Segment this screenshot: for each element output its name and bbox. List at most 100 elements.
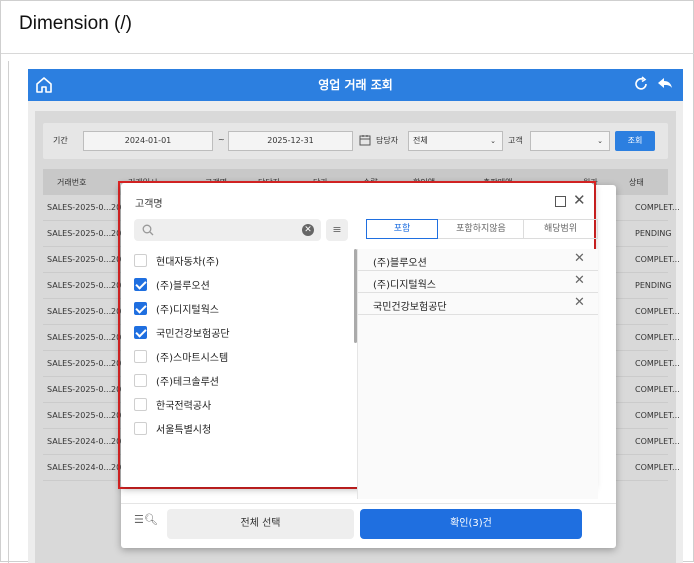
owner-label: 담당자 bbox=[376, 136, 399, 145]
customer-option[interactable]: 현대자동차(주) bbox=[134, 249, 349, 273]
date-from-input[interactable]: 2024-01-01 bbox=[83, 131, 213, 151]
chevron-down-icon: ⌄ bbox=[490, 137, 496, 145]
table-cell: SALES-2025-0... bbox=[47, 281, 112, 290]
maximize-icon[interactable] bbox=[555, 196, 566, 207]
refresh-icon[interactable] bbox=[632, 75, 650, 93]
select-all-button[interactable]: 전체 선택 bbox=[167, 509, 354, 539]
customer-picker-modal: 고객명 ✕ ✕ ≡ 현대자동차(주) (주)블루오션 (주)디지털웍스 국민건강보험공… bbox=[121, 183, 616, 539]
remove-icon[interactable]: ✕ bbox=[574, 251, 585, 266]
customer-option[interactable]: (주)테크솔루션 bbox=[134, 369, 349, 393]
selected-item-label: 국민건강보험공단 bbox=[373, 302, 447, 313]
search-icon bbox=[142, 224, 154, 236]
table-cell: COMPLET... bbox=[635, 359, 680, 368]
title-divider bbox=[1, 53, 694, 54]
checkbox[interactable] bbox=[134, 374, 147, 387]
confirm-button[interactable]: 확인(3)건 bbox=[360, 509, 582, 539]
app-title: 영업 거래 조회 bbox=[318, 78, 393, 92]
tab-exclude[interactable]: 포함하지않음 bbox=[442, 220, 520, 238]
customer-option[interactable]: (주)스마트시스템 bbox=[134, 345, 349, 369]
table-cell: COMPLET... bbox=[635, 307, 680, 316]
checkbox[interactable] bbox=[134, 326, 147, 339]
table-cell: 20 bbox=[111, 411, 122, 420]
clear-icon[interactable]: ✕ bbox=[302, 224, 314, 236]
checkbox[interactable] bbox=[134, 254, 147, 267]
calendar-icon[interactable] bbox=[359, 134, 371, 146]
table-cell: SALES-2024-0... bbox=[47, 463, 112, 472]
selected-item: 국민건강보험공단 ✕ bbox=[358, 293, 598, 315]
table-cell: 20 bbox=[111, 255, 122, 264]
table-cell: SALES-2025-0... bbox=[47, 333, 112, 342]
table-cell: 20 bbox=[111, 307, 122, 316]
customer-option[interactable]: (주)블루오션 bbox=[134, 273, 349, 297]
table-cell: SALES-2025-0... bbox=[47, 255, 112, 264]
tab-range[interactable]: 해당범위 bbox=[523, 220, 597, 238]
customer-option-label: (주)디지털웍스 bbox=[156, 305, 220, 316]
scrollbar[interactable] bbox=[354, 249, 357, 343]
chevron-down-icon: ⌄ bbox=[597, 137, 603, 145]
customer-option-label: 국민건강보험공단 bbox=[156, 329, 230, 340]
table-cell: SALES-2025-0... bbox=[47, 229, 112, 238]
remove-icon[interactable]: ✕ bbox=[574, 273, 585, 288]
filter-bar: 기간 2024-01-01 ~ 2025-12-31 담당자 전체 ⌄ 고객 ⌄… bbox=[43, 123, 668, 159]
column-header: 거래번호 bbox=[57, 178, 87, 187]
dialog-title: 고객명 bbox=[135, 199, 163, 210]
date-separator: ~ bbox=[218, 135, 225, 144]
table-cell: COMPLET... bbox=[635, 463, 680, 472]
remove-icon[interactable]: ✕ bbox=[574, 295, 585, 310]
owner-select-value: 전체 bbox=[413, 136, 428, 145]
table-cell: SALES-2024-0... bbox=[47, 437, 112, 446]
close-icon[interactable]: ✕ bbox=[573, 191, 586, 209]
customer-option-label: 서울특별시청 bbox=[156, 425, 212, 436]
customer-option[interactable]: 국민건강보험공단 bbox=[134, 321, 349, 345]
table-cell: SALES-2025-0... bbox=[47, 385, 112, 394]
selected-item: (주)디지털웍스 ✕ bbox=[358, 271, 598, 293]
customer-option-label: 한국전력공사 bbox=[156, 401, 212, 412]
checkbox[interactable] bbox=[134, 278, 147, 291]
table-cell: PENDING bbox=[635, 281, 672, 290]
customer-option[interactable]: (주)디지털웍스 bbox=[134, 297, 349, 321]
table-cell: COMPLET... bbox=[635, 385, 680, 394]
search-button[interactable]: 조회 bbox=[615, 131, 655, 151]
table-cell: SALES-2025-0... bbox=[47, 411, 112, 420]
app-header: 영업 거래 조회 bbox=[28, 69, 683, 101]
customer-option-label: (주)테크솔루션 bbox=[156, 377, 220, 388]
customer-option-label: (주)스마트시스템 bbox=[156, 353, 229, 364]
date-to-input[interactable]: 2025-12-31 bbox=[228, 131, 353, 151]
filter-search-icon[interactable]: ☰🔍︎ bbox=[134, 513, 158, 526]
table-cell: COMPLET... bbox=[635, 437, 680, 446]
checkbox[interactable] bbox=[134, 398, 147, 411]
customer-option-label: 현대자동차(주) bbox=[156, 257, 220, 268]
tab-include[interactable]: 포함 bbox=[366, 219, 438, 239]
table-cell: 20 bbox=[111, 281, 122, 290]
customer-select[interactable]: ⌄ bbox=[530, 131, 610, 151]
back-arrow-icon[interactable] bbox=[656, 75, 674, 93]
table-cell: 20 bbox=[111, 333, 122, 342]
owner-select[interactable]: 전체 ⌄ bbox=[408, 131, 503, 151]
table-cell: 20 bbox=[111, 203, 122, 212]
customer-option-label: (주)블루오션 bbox=[156, 281, 210, 292]
document-frame: Dimension (/) 영업 거래 조회 기간 2024-01-01 ~ 2… bbox=[0, 0, 694, 563]
table-cell: COMPLET... bbox=[635, 411, 680, 420]
customer-label: 고객 bbox=[508, 136, 523, 145]
column-header: 상태 bbox=[629, 178, 644, 187]
document-title: Dimension (/) bbox=[19, 13, 132, 34]
left-border bbox=[8, 61, 9, 563]
checkbox[interactable] bbox=[134, 350, 147, 363]
filter-mode-tabs: 포함 포함하지않음 해당범위 bbox=[366, 219, 598, 239]
customer-option[interactable]: 서울특별시청 bbox=[134, 417, 349, 441]
search-input[interactable]: ✕ bbox=[134, 219, 321, 241]
table-cell: 20 bbox=[111, 385, 122, 394]
selected-item-label: (주)디지털웍스 bbox=[373, 280, 437, 291]
list-options-icon[interactable]: ≡ bbox=[326, 219, 348, 241]
table-cell: 20 bbox=[111, 359, 122, 368]
footer-divider bbox=[121, 503, 616, 504]
table-cell: SALES-2025-0... bbox=[47, 307, 112, 316]
table-cell: SALES-2025-0... bbox=[47, 359, 112, 368]
table-cell: COMPLET... bbox=[635, 333, 680, 342]
period-label: 기간 bbox=[53, 136, 68, 145]
selected-item: (주)블루오션 ✕ bbox=[358, 249, 598, 271]
table-cell: COMPLET... bbox=[635, 203, 680, 212]
checkbox[interactable] bbox=[134, 302, 147, 315]
customer-option[interactable]: 한국전력공사 bbox=[134, 393, 349, 417]
checkbox[interactable] bbox=[134, 422, 147, 435]
